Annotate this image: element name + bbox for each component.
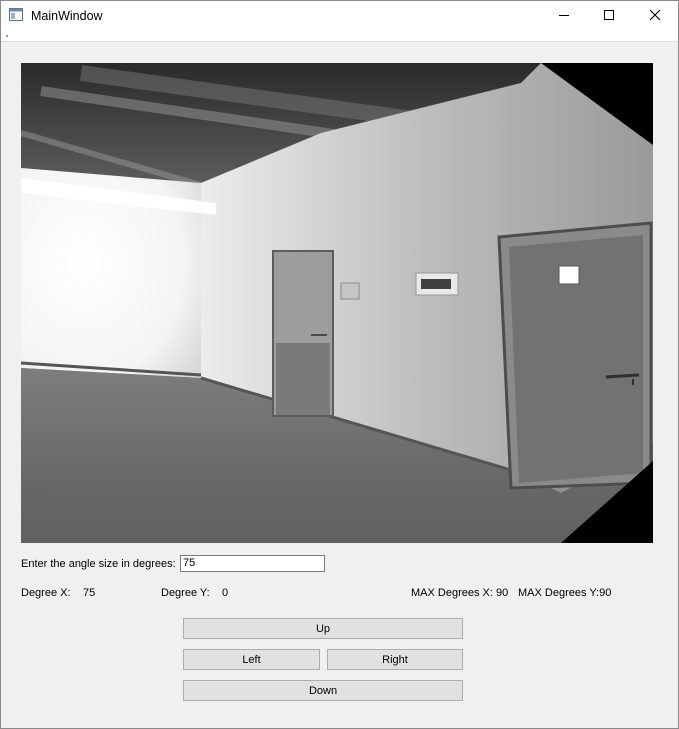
minimize-button[interactable] [541, 1, 587, 31]
right-button[interactable]: Right [327, 649, 463, 670]
up-button[interactable]: Up [183, 618, 463, 639]
main-window: MainWindow Enter the angle size in degre… [0, 0, 679, 729]
close-icon [649, 9, 661, 24]
max-degrees-x-label: MAX Degrees X: 90 [411, 587, 509, 599]
degree-x-label: Degree X: [21, 587, 71, 599]
angle-input[interactable] [180, 555, 325, 572]
title-bar[interactable]: MainWindow [1, 1, 678, 31]
angle-prompt-label: Enter the angle size in degrees: [21, 558, 176, 570]
minimize-icon [558, 9, 570, 24]
down-button[interactable]: Down [183, 680, 463, 701]
app-window-icon [9, 8, 23, 21]
maximize-button[interactable] [586, 1, 632, 31]
left-button[interactable]: Left [183, 649, 320, 670]
max-degrees-y-label: MAX Degrees Y:90 [518, 587, 612, 599]
menu-handle [6, 35, 8, 37]
close-button[interactable] [632, 1, 678, 31]
degree-y-label: Degree Y: [161, 587, 210, 599]
menu-bar [1, 31, 678, 42]
maximize-icon [603, 9, 615, 24]
camera-feed-image [21, 63, 653, 543]
degree-x-value: 75 [83, 587, 96, 599]
window-title: MainWindow [31, 9, 103, 23]
degree-y-value: 0 [222, 587, 229, 599]
